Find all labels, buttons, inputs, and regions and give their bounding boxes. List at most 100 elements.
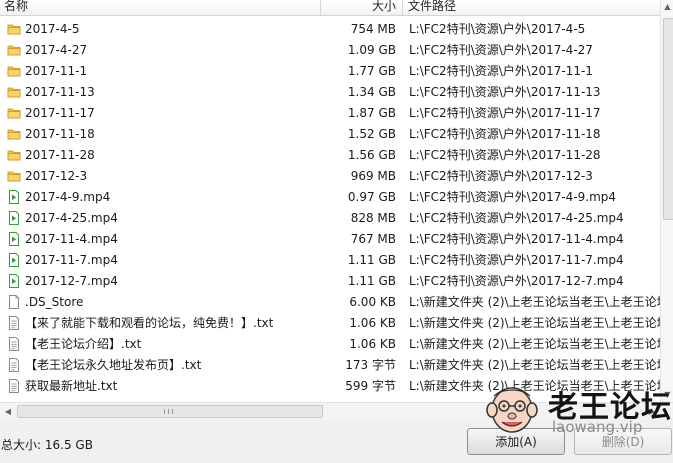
file-size: 1.09 GB: [347, 43, 396, 57]
file-path: L:\FC2特刊\资源\户外\2017-11-18: [409, 127, 601, 141]
file-row[interactable]: .DS_Store 6.00 KB L:\新建文件夹 (2)\上老王论坛当老王\上老…: [0, 292, 660, 313]
text-file-icon: [7, 337, 21, 351]
file-name: 2017-4-5: [25, 22, 80, 36]
file-size: 828 MB: [350, 211, 396, 225]
file-row[interactable]: 2017-4-5 754 MB L:\FC2特刊\资源\户外\2017-4-5: [0, 19, 660, 40]
folder-icon: [7, 127, 21, 141]
file-name: 2017-11-13: [25, 85, 95, 99]
file-name: 【老王论坛永久地址发布页】.txt: [25, 358, 202, 372]
scroll-grip: [172, 409, 173, 414]
file-row[interactable]: 2017-11-4.mp4 767 MB L:\FC2特刊\资源\户外\2017-1…: [0, 229, 660, 250]
file-path: L:\FC2特刊\资源\户外\2017-4-27: [409, 43, 593, 57]
file-row[interactable]: 2017-4-27 1.09 GB L:\FC2特刊\资源\户外\2017-4-27: [0, 40, 660, 61]
file-row[interactable]: 2017-11-7.mp4 1.11 GB L:\FC2特刊\资源\户外\2017-…: [0, 250, 660, 271]
file-size: 173 字节: [345, 358, 396, 372]
file-size: 754 MB: [350, 22, 396, 36]
file-name: 【老王论坛介绍】.txt: [25, 337, 142, 351]
vertical-scroll-thumb[interactable]: [663, 18, 673, 220]
file-path: L:\新建文件夹 (2)\上老王论坛当老王\上老王论坛: [409, 358, 661, 372]
column-header-row: 名称 大小 文件路径: [0, 0, 660, 16]
folder-icon: [7, 148, 21, 162]
file-name: 2017-11-4.mp4: [25, 232, 118, 246]
file-name: 2017-12-3: [25, 169, 88, 183]
file-row[interactable]: 【老王论坛介绍】.txt 1.06 KB L:\新建文件夹 (2)\上老王论坛当老王…: [0, 334, 660, 355]
file-name: 2017-11-1: [25, 64, 88, 78]
file-row[interactable]: 2017-4-25.mp4 828 MB L:\FC2特刊\资源\户外\2017-4…: [0, 208, 660, 229]
blank-file-icon: [7, 295, 21, 309]
file-path: L:\FC2特刊\资源\户外\2017-11-1: [409, 64, 593, 78]
scroll-grip: [164, 409, 165, 414]
file-name: 【来了就能下载和观看的论坛，纯免费！】.txt: [25, 316, 274, 330]
file-size: 1.06 KB: [349, 337, 396, 351]
file-size: 0.97 GB: [347, 190, 396, 204]
file-path: L:\FC2特刊\资源\户外\2017-4-9.mp4: [409, 190, 617, 204]
file-name: 2017-4-25.mp4: [25, 211, 118, 225]
file-size: 1.11 GB: [347, 253, 396, 267]
file-path: L:\FC2特刊\资源\户外\2017-11-7.mp4: [409, 253, 624, 267]
file-name: 2017-4-27: [25, 43, 88, 57]
file-path: L:\FC2特刊\资源\户外\2017-11-28: [409, 148, 601, 162]
column-header-name[interactable]: 名称: [4, 0, 28, 14]
text-file-icon: [7, 358, 21, 372]
text-file-icon: [7, 316, 21, 330]
file-name: .DS_Store: [25, 295, 84, 309]
file-name: 2017-4-9.mp4: [25, 190, 111, 204]
file-size: 767 MB: [350, 232, 396, 246]
video-file-icon: [7, 211, 21, 225]
folder-icon: [7, 64, 21, 78]
file-size: 1.06 KB: [349, 316, 396, 330]
scroll-up-arrow-icon[interactable]: ▲: [661, 0, 673, 14]
folder-icon: [7, 106, 21, 120]
watermark-domain: laowang.vip: [552, 418, 643, 436]
vertical-scrollbar[interactable]: ▲ ▼: [660, 0, 673, 402]
folder-icon: [7, 22, 21, 36]
file-row[interactable]: 【来了就能下载和观看的论坛，纯免费！】.txt 1.06 KB L:\新建文件夹 (…: [0, 313, 660, 334]
file-path: L:\新建文件夹 (2)\上老王论坛当老王\上老王论坛: [409, 316, 661, 330]
file-name: 获取最新地址.txt: [25, 379, 118, 393]
file-row[interactable]: 2017-11-13 1.34 GB L:\FC2特刊\资源\户外\2017-11-…: [0, 82, 660, 103]
file-path: L:\FC2特刊\资源\户外\2017-11-17: [409, 106, 601, 120]
file-name: 2017-11-7.mp4: [25, 253, 118, 267]
file-path: L:\FC2特刊\资源\户外\2017-11-13: [409, 85, 601, 99]
file-list-panel: 名称 大小 文件路径 2017-4-5 754 MB L:\FC2特刊\资源\户外\…: [0, 0, 661, 402]
file-path: L:\新建文件夹 (2)\上老王论坛当老王\上老王论坛: [409, 295, 661, 309]
file-size: 1.34 GB: [347, 85, 396, 99]
file-row[interactable]: 2017-11-1 1.77 GB L:\FC2特刊\资源\户外\2017-11-1: [0, 61, 660, 82]
scroll-grip: [168, 409, 169, 414]
video-file-icon: [7, 190, 21, 204]
file-path: L:\FC2特刊\资源\户外\2017-4-5: [409, 22, 586, 36]
video-file-icon: [7, 274, 21, 288]
file-row[interactable]: 2017-12-3 969 MB L:\FC2特刊\资源\户外\2017-12-3: [0, 166, 660, 187]
mascot-face-icon: [486, 387, 538, 433]
text-file-icon: [7, 379, 21, 393]
folder-icon: [7, 85, 21, 99]
folder-icon: [7, 169, 21, 183]
file-name: 2017-11-17: [25, 106, 95, 120]
file-row[interactable]: 2017-11-17 1.87 GB L:\FC2特刊\资源\户外\2017-11-…: [0, 103, 660, 124]
file-size: 1.52 GB: [347, 127, 396, 141]
column-separator[interactable]: [402, 0, 403, 15]
file-row[interactable]: 2017-4-9.mp4 0.97 GB L:\FC2特刊\资源\户外\2017-4…: [0, 187, 660, 208]
file-path: L:\FC2特刊\资源\户外\2017-12-3: [409, 169, 593, 183]
file-path: L:\FC2特刊\资源\户外\2017-12-7.mp4: [409, 274, 624, 288]
column-header-path[interactable]: 文件路径: [408, 0, 456, 14]
file-path: L:\FC2特刊\资源\户外\2017-11-4.mp4: [409, 232, 624, 246]
file-size: 1.77 GB: [347, 64, 396, 78]
file-size: 1.87 GB: [347, 106, 396, 120]
file-size: 599 字节: [345, 379, 396, 393]
file-size: 1.56 GB: [347, 148, 396, 162]
video-file-icon: [7, 253, 21, 267]
horizontal-scroll-thumb[interactable]: [17, 405, 323, 418]
file-size: 1.11 GB: [347, 274, 396, 288]
file-path: L:\FC2特刊\资源\户外\2017-4-25.mp4: [409, 211, 624, 225]
scroll-left-arrow-icon[interactable]: ◀: [0, 403, 16, 420]
file-name: 2017-11-18: [25, 127, 95, 141]
column-separator[interactable]: [320, 0, 321, 15]
video-file-icon: [7, 232, 21, 246]
file-row[interactable]: 2017-12-7.mp4 1.11 GB L:\FC2特刊\资源\户外\2017-…: [0, 271, 660, 292]
total-size-label: 总大小: 16.5 GB: [1, 438, 93, 452]
column-header-size[interactable]: 大小: [322, 0, 396, 14]
file-row[interactable]: 2017-11-28 1.56 GB L:\FC2特刊\资源\户外\2017-11-…: [0, 145, 660, 166]
file-row[interactable]: 【老王论坛永久地址发布页】.txt 173 字节 L:\新建文件夹 (2)\上老王论…: [0, 355, 660, 376]
file-row[interactable]: 2017-11-18 1.52 GB L:\FC2特刊\资源\户外\2017-11-…: [0, 124, 660, 145]
